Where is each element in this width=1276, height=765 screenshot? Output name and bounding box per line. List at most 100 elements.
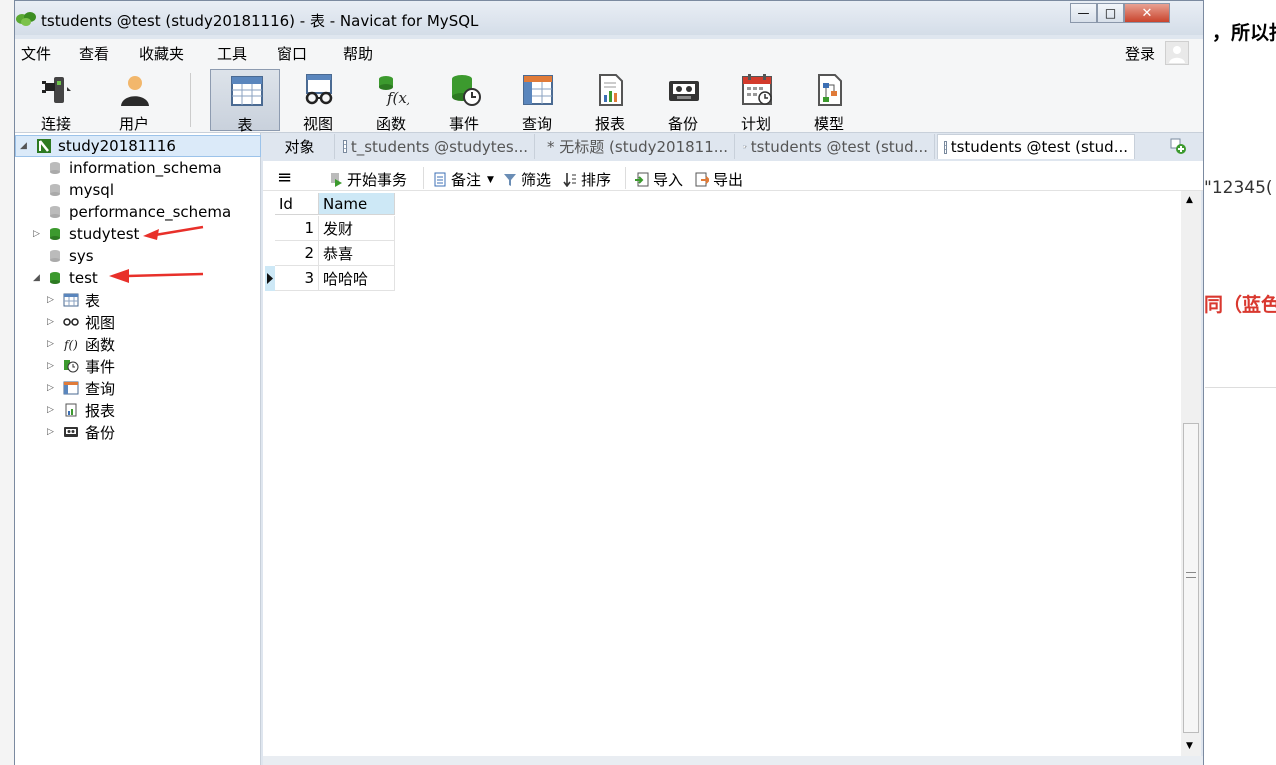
current-row-arrow-icon — [267, 273, 273, 284]
cell-id[interactable]: 1 — [275, 216, 319, 241]
avatar[interactable] — [1165, 41, 1189, 65]
export-button[interactable]: 导出 — [695, 169, 743, 190]
toolbar-model[interactable]: 模型 — [794, 69, 864, 133]
scroll-up-icon[interactable]: ▲ — [1186, 195, 1193, 205]
tree-db-test[interactable]: ◢ test — [33, 267, 98, 289]
toolbar-schedule[interactable]: 计划 — [721, 69, 791, 133]
toolbar-query[interactable]: 查询 — [502, 69, 572, 133]
tree-connection[interactable]: ◢ study20181116 — [15, 135, 261, 157]
note-icon — [434, 172, 446, 187]
toolbar-backup[interactable]: 备份 — [648, 69, 718, 133]
expand-icon[interactable]: ▷ — [47, 295, 57, 305]
tree-db-label: information_schema — [69, 159, 222, 177]
tree-item-reports[interactable]: ▷ 报表 — [47, 399, 115, 421]
tab-tstudents-design[interactable]: tstudents @test (stud... — [737, 134, 935, 159]
tree-item-tables[interactable]: ▷ 表 — [47, 289, 100, 311]
import-label: 导入 — [653, 171, 684, 189]
tree-item-queries[interactable]: ▷ 查询 — [47, 377, 115, 399]
cell-id[interactable]: 2 — [275, 241, 319, 266]
tab-t-students[interactable]: t_students @studytes... — [337, 134, 535, 159]
tree-item-backups[interactable]: ▷ 备份 — [47, 421, 115, 443]
report-icon — [65, 403, 77, 417]
toolbar-table-label: 表 — [237, 116, 253, 134]
login-link[interactable]: 登录 — [1125, 43, 1155, 64]
database-icon — [50, 272, 60, 284]
tree-db-performance-schema[interactable]: performance_schema — [49, 201, 231, 223]
toolbar-separator — [190, 73, 191, 127]
tab-label: tstudents @test (stud... — [750, 137, 928, 156]
tree-db-information-schema[interactable]: information_schema — [49, 157, 222, 179]
tree-db-studytest[interactable]: ▷ studytest — [33, 223, 139, 245]
function-icon: f() — [63, 338, 78, 351]
begin-transaction-button[interactable]: 开始事务 — [329, 169, 407, 190]
database-icon — [50, 250, 60, 262]
expand-icon[interactable]: ▷ — [33, 229, 43, 239]
view-glasses-icon — [63, 318, 79, 326]
menu-help[interactable]: 帮助 — [343, 43, 373, 64]
cell-name[interactable]: 恭喜 — [319, 241, 395, 266]
menu-tools[interactable]: 工具 — [217, 43, 247, 64]
tree-item-events[interactable]: ▷ 事件 — [47, 355, 115, 377]
sort-label: 排序 — [581, 171, 612, 189]
tree-item-views[interactable]: ▷ 视图 — [47, 311, 115, 333]
menu-favorites[interactable]: 收藏夹 — [139, 43, 184, 64]
red-arrow-annotation — [109, 269, 204, 283]
toolbar-table[interactable]: 表 — [210, 69, 280, 134]
expand-icon[interactable]: ▷ — [47, 405, 57, 415]
menu-view[interactable]: 查看 — [79, 43, 109, 64]
tree-db-sys[interactable]: sys — [49, 245, 94, 267]
tab-tstudents-data[interactable]: tstudents @test (stud... — [937, 134, 1135, 159]
menu-hamburger-icon[interactable]: ≡ — [277, 167, 292, 188]
background-text-red: 同（蓝色 — [1204, 294, 1276, 316]
design-pencil-icon — [743, 145, 747, 148]
note-button[interactable]: 备注 ▼ — [433, 169, 494, 190]
export-icon — [695, 172, 709, 187]
tree-db-label: performance_schema — [69, 203, 232, 221]
database-icon — [50, 206, 60, 218]
tab-label: * 无标题 (study201811... — [547, 138, 729, 156]
cell-name[interactable]: 哈哈哈 — [319, 266, 395, 291]
expand-icon[interactable]: ▷ — [47, 317, 57, 327]
minimize-button[interactable]: — — [1070, 3, 1097, 23]
toolbar-report[interactable]: 报表 — [575, 69, 645, 133]
filter-button[interactable]: 筛选 — [503, 169, 551, 190]
collapse-icon[interactable]: ◢ — [20, 141, 30, 151]
menu-file[interactable]: 文件 — [21, 43, 51, 64]
current-row-indicator — [265, 266, 275, 291]
toolbar-function-label: 函数 — [375, 115, 406, 133]
data-grid: Id Name 1 发财 2 恭喜 3 哈哈哈 — [263, 191, 1181, 756]
toolbar-function[interactable]: f(x) 函数 — [356, 69, 426, 133]
menu-window[interactable]: 窗口 — [277, 43, 307, 64]
tab-objects[interactable]: 对象 — [265, 134, 335, 159]
scroll-down-icon[interactable]: ▼ — [1186, 741, 1193, 751]
collapse-icon[interactable]: ◢ — [33, 273, 43, 283]
expand-icon[interactable]: ▷ — [47, 339, 57, 349]
sort-button[interactable]: 排序 — [563, 169, 611, 190]
expand-icon[interactable]: ▷ — [47, 427, 57, 437]
column-header-name[interactable]: Name — [319, 193, 395, 215]
vertical-scrollbar[interactable]: ▲ ▼ — [1181, 191, 1201, 756]
tree-db-mysql[interactable]: mysql — [49, 179, 114, 201]
expand-icon[interactable]: ▷ — [47, 361, 57, 371]
import-button[interactable]: 导入 — [635, 169, 683, 190]
cell-name[interactable]: 发财 — [319, 216, 395, 241]
column-header-id[interactable]: Id — [275, 193, 319, 215]
report-icon — [599, 74, 623, 106]
maximize-button[interactable]: □ — [1097, 3, 1124, 23]
tree-item-label: 视图 — [85, 313, 116, 332]
chevron-down-icon[interactable]: ▼ — [487, 175, 494, 185]
toolbar-view[interactable]: 视图 — [283, 69, 353, 133]
tab-untitled-query[interactable]: * 无标题 (study201811... — [537, 134, 735, 159]
toolbar-event[interactable]: 事件 — [429, 69, 499, 133]
cell-id[interactable]: 3 — [275, 266, 319, 291]
expand-icon[interactable]: ▷ — [47, 383, 57, 393]
new-tab-icon[interactable] — [1168, 136, 1188, 156]
close-button[interactable]: ✕ — [1124, 3, 1170, 23]
tree-item-functions[interactable]: ▷ f() 函数 — [47, 333, 115, 355]
toolbar-connect[interactable]: 连接 — [21, 69, 91, 133]
function-icon: f(x) — [379, 76, 409, 107]
calendar-icon — [742, 74, 772, 105]
toolbar-user-label: 用户 — [118, 115, 149, 133]
scrollbar-thumb[interactable] — [1183, 423, 1199, 733]
toolbar-user[interactable]: 用户 — [99, 69, 169, 133]
